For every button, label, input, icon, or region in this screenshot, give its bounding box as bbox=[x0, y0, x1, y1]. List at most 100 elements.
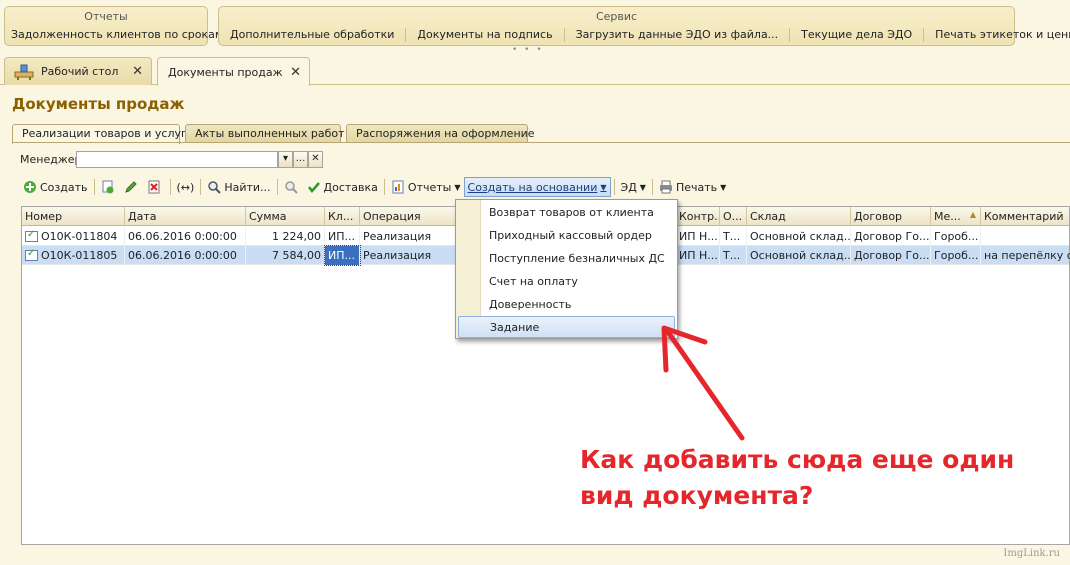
checkmark-icon bbox=[307, 182, 320, 193]
tab-desktop-label: Рабочий стол bbox=[41, 65, 119, 78]
toolbar-separator bbox=[93, 179, 95, 195]
create-based-on-button[interactable]: Создать на основании ▼ bbox=[463, 177, 611, 197]
posted-document-icon bbox=[25, 229, 38, 242]
service-additional-processing[interactable]: Дополнительные обработки bbox=[219, 28, 407, 42]
create-button[interactable]: Создать bbox=[20, 177, 91, 197]
menu-item-cash-receipt[interactable]: Приходный кассовый ордер bbox=[481, 225, 677, 247]
cell-o: Т... bbox=[720, 246, 747, 265]
cell-manager: Гороб... bbox=[931, 246, 981, 265]
cell-client: ИП... bbox=[324, 245, 361, 266]
cell-number-text: О10К-011805 bbox=[41, 249, 118, 262]
tab-work-acts[interactable]: Акты выполненных работ bbox=[185, 124, 345, 143]
create-label: Создать bbox=[40, 180, 88, 194]
cell-sum: 1 224,00 bbox=[246, 227, 325, 246]
search-icon bbox=[208, 181, 222, 194]
watermark: ImgLink.ru bbox=[1003, 548, 1060, 559]
page-title: Документы продаж bbox=[12, 95, 185, 113]
cell-date: 06.06.2016 0:00:00 bbox=[125, 227, 246, 246]
cell-sum: 7 584,00 bbox=[246, 246, 325, 265]
service-print-labels[interactable]: Печать этикеток и ценников bbox=[924, 28, 1070, 42]
sort-icon: ▲ bbox=[969, 210, 976, 219]
manager-choose-button[interactable]: ... bbox=[293, 151, 308, 168]
toolbar-separator bbox=[613, 179, 615, 195]
copy-button[interactable] bbox=[98, 177, 121, 197]
service-docs-to-sign[interactable]: Документы на подпись bbox=[406, 28, 565, 42]
ed-label: ЭД bbox=[620, 180, 637, 194]
report-debt-by-terms[interactable]: Задолженность клиентов по срокам bbox=[5, 28, 229, 42]
command-panel-area: Отчеты Задолженность клиентов по срокам … bbox=[0, 0, 1070, 56]
tab-sales-documents[interactable]: Документы продаж ✕ bbox=[157, 57, 310, 86]
service-current-edo[interactable]: Текущие дела ЭДО bbox=[790, 28, 925, 42]
column-header-number[interactable]: Номер bbox=[22, 207, 125, 226]
cancel-search-icon bbox=[284, 181, 298, 194]
find-label: Найти... bbox=[224, 180, 271, 194]
menu-item-invoice[interactable]: Счет на оплату bbox=[481, 271, 677, 293]
column-header-o[interactable]: О... bbox=[720, 207, 747, 226]
reports-panel-title: Отчеты bbox=[84, 10, 128, 23]
column-header-date[interactable]: Дата bbox=[125, 207, 246, 226]
tab-sales-realization[interactable]: Реализации товаров и услуг bbox=[12, 124, 187, 144]
delivery-button[interactable]: Доставка bbox=[304, 177, 381, 197]
toolbar-separator bbox=[276, 179, 278, 195]
service-panel-title: Сервис bbox=[595, 10, 638, 23]
tab-orders-processing[interactable]: Распоряжения на оформление bbox=[346, 124, 535, 143]
manager-input[interactable] bbox=[76, 151, 278, 168]
toolbar-separator bbox=[200, 179, 202, 195]
chevron-down-icon: ▼ bbox=[639, 182, 646, 192]
find-button[interactable]: Найти... bbox=[204, 177, 273, 197]
manager-select-button[interactable]: ▾ bbox=[278, 151, 293, 168]
column-header-manager-label: Ме... bbox=[934, 210, 961, 223]
reports-panel: Отчеты Задолженность клиентов по срокам bbox=[4, 6, 223, 46]
annotation-question: Как добавить сюда еще один вид документа… bbox=[580, 445, 1015, 510]
toolbar-separator bbox=[383, 179, 385, 195]
annotation-arrow bbox=[661, 325, 745, 441]
chevron-down-icon: ▼ bbox=[720, 182, 727, 192]
delete-icon bbox=[148, 180, 159, 194]
toolbar-separator bbox=[169, 179, 171, 195]
close-icon[interactable]: ✕ bbox=[290, 65, 301, 80]
menu-item-power-of-attorney[interactable]: Доверенность bbox=[481, 294, 677, 316]
cell-number-text: О10К-011804 bbox=[41, 230, 118, 243]
printer-icon bbox=[659, 180, 672, 194]
menu-item-client-return[interactable]: Возврат товаров от клиента bbox=[481, 202, 677, 224]
print-menu-button[interactable]: Печать ▼ bbox=[656, 177, 729, 197]
desktop-icon bbox=[14, 64, 34, 80]
create-based-on-menu: Возврат товаров от клиента Приходный кас… bbox=[455, 199, 678, 339]
cell-o: Т... bbox=[720, 227, 747, 246]
tab-desktop[interactable]: Рабочий стол ✕ bbox=[4, 57, 152, 85]
column-header-comment[interactable]: Комментарий bbox=[981, 207, 1070, 226]
reports-menu-button[interactable]: Отчеты ▼ bbox=[388, 177, 464, 197]
menu-item-noncash-receipt[interactable]: Поступление безналичных ДС bbox=[481, 248, 677, 270]
column-header-contract[interactable]: Договор bbox=[851, 207, 931, 226]
delete-button[interactable] bbox=[144, 177, 167, 197]
ed-menu-button[interactable]: ЭД ▼ bbox=[618, 177, 649, 197]
cell-comment bbox=[981, 227, 1070, 246]
add-icon bbox=[24, 181, 36, 193]
chevron-down-icon: ▼ bbox=[600, 182, 607, 192]
toolbar-separator bbox=[651, 179, 653, 195]
cell-contractor: ИП Н... bbox=[676, 246, 720, 265]
tab-sales-documents-label: Документы продаж bbox=[168, 65, 283, 79]
manager-clear-button[interactable]: ✕ bbox=[308, 151, 323, 168]
print-label: Печать bbox=[675, 180, 718, 194]
menu-item-task[interactable]: Задание bbox=[458, 316, 675, 338]
cell-number: О10К-011804 bbox=[22, 227, 125, 246]
column-header-warehouse[interactable]: Склад bbox=[747, 207, 851, 226]
cell-date: 06.06.2016 0:00:00 bbox=[125, 246, 246, 265]
refresh-button[interactable]: (↔) bbox=[174, 177, 198, 197]
copy-icon bbox=[102, 180, 113, 194]
create-based-on-label: Создать на основании bbox=[467, 180, 598, 194]
cell-contractor: ИП Н... bbox=[676, 227, 720, 246]
cell-contract: Договор Го... bbox=[851, 227, 931, 246]
column-header-sum[interactable]: Сумма bbox=[246, 207, 325, 226]
edit-button[interactable] bbox=[121, 177, 144, 197]
column-header-manager[interactable]: Ме... ▲ bbox=[931, 207, 981, 226]
cancel-search-button[interactable] bbox=[281, 177, 304, 197]
panel-resize-handle[interactable]: • • • bbox=[512, 45, 544, 55]
toolbar: Создать (↔) Найти... Доставка Отчеты ▼ С… bbox=[20, 177, 729, 197]
service-panel: Сервис Дополнительные обработки Документ… bbox=[218, 6, 1070, 46]
close-icon[interactable]: ✕ bbox=[132, 64, 143, 79]
service-load-edo-from-file[interactable]: Загрузить данные ЭДО из файла... bbox=[565, 28, 791, 42]
column-header-client[interactable]: Кл... bbox=[325, 207, 360, 226]
column-header-contractor[interactable]: Контр... bbox=[676, 207, 720, 226]
